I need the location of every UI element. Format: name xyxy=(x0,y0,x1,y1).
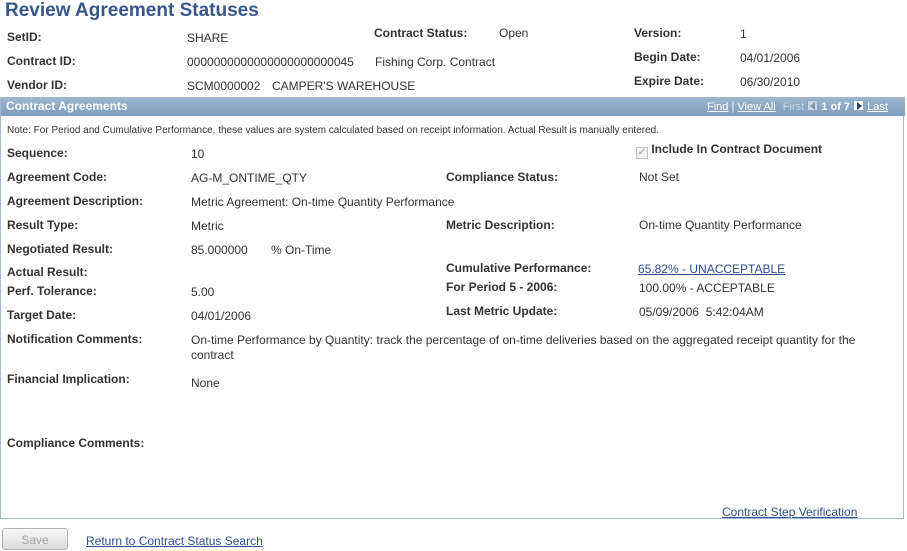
actual-result-label: Actual Result: xyxy=(7,265,88,279)
compliance-comments-label: Compliance Comments: xyxy=(7,436,145,450)
nav-separator: | xyxy=(731,101,735,113)
last-metric-update-label: Last Metric Update: xyxy=(446,304,558,318)
contract-description: Fishing Corp. Contract xyxy=(375,55,496,69)
include-in-contract-checkbox-row: ✓ Include In Contract Document xyxy=(636,142,822,159)
contract-id-label: Contract ID: xyxy=(7,54,76,68)
arrow-right-icon xyxy=(857,102,863,110)
negotiated-result-label: Negotiated Result: xyxy=(7,242,114,256)
negotiated-result-unit: % On-Time xyxy=(271,243,332,257)
first-label: First xyxy=(782,101,805,113)
period-performance-label: For Period 5 - 2006: xyxy=(446,280,558,294)
setid-label: SetID: xyxy=(7,30,42,44)
notification-comments-label: Notification Comments: xyxy=(7,332,143,346)
cumulative-performance-label: Cumulative Performance: xyxy=(446,261,592,275)
panel-header: Contract Agreements Find | View All Firs… xyxy=(1,97,905,116)
target-date-label: Target Date: xyxy=(7,308,77,322)
result-type-value: Metric xyxy=(191,219,224,233)
metric-description-value: On-time Quantity Performance xyxy=(639,218,802,232)
expire-date-label: Expire Date: xyxy=(634,74,705,88)
previous-row-button xyxy=(807,100,819,111)
find-link[interactable]: Find xyxy=(707,101,728,113)
begin-date-value: 04/01/2006 xyxy=(740,51,801,65)
begin-date-label: Begin Date: xyxy=(634,50,701,64)
contract-step-verification-link[interactable]: Contract Step Verification xyxy=(722,505,857,519)
view-all-link[interactable]: View All xyxy=(737,101,775,113)
version-value: 1 xyxy=(740,27,747,41)
contract-id-value: 0000000000000000000000045 xyxy=(187,55,354,69)
target-date-value: 04/01/2006 xyxy=(191,309,252,323)
agreement-code-label: Agreement Code: xyxy=(7,170,108,184)
cumulative-performance-link[interactable]: 65.82% - UNACCEPTABLE xyxy=(638,262,785,276)
performance-note: Note: For Period and Cumulative Performa… xyxy=(7,125,659,136)
last-metric-update-value: 05/09/2006 5:42:04AM xyxy=(639,305,764,319)
perf-tolerance-value: 5.00 xyxy=(191,285,215,299)
return-to-search-link[interactable]: Return to Contract Status Search xyxy=(86,534,263,548)
sequence-label: Sequence: xyxy=(7,146,68,160)
agreement-description-label: Agreement Description: xyxy=(7,194,144,208)
financial-implication-value: None xyxy=(191,376,220,390)
period-performance-value: 100.00% - ACCEPTABLE xyxy=(639,281,775,295)
contract-status-value: Open xyxy=(499,26,529,40)
financial-implication-label: Financial Implication: xyxy=(7,372,130,386)
panel-title: Contract Agreements xyxy=(6,99,128,113)
panel-navigation: Find | View All First 1 of 7 Last xyxy=(707,100,888,113)
include-in-contract-checkbox[interactable]: ✓ xyxy=(636,147,648,159)
next-row-button[interactable] xyxy=(853,100,865,111)
agreement-description-value: Metric Agreement: On-time Quantity Perfo… xyxy=(191,195,455,209)
sequence-value: 10 xyxy=(191,147,205,161)
vendor-id-value: SCM0000002 xyxy=(187,79,261,93)
compliance-status-label: Compliance Status: xyxy=(446,170,559,184)
expire-date-value: 06/30/2010 xyxy=(740,75,801,89)
save-button[interactable]: Save xyxy=(2,528,68,550)
setid-value: SHARE xyxy=(187,31,229,45)
perf-tolerance-label: Perf. Tolerance: xyxy=(7,284,97,298)
contract-status-label: Contract Status: xyxy=(374,26,468,40)
result-type-label: Result Type: xyxy=(7,218,79,232)
vendor-id-label: Vendor ID: xyxy=(7,78,68,92)
arrow-left-icon xyxy=(810,102,816,110)
last-link[interactable]: Last xyxy=(867,101,888,113)
contract-agreements-panel: Contract Agreements Find | View All Firs… xyxy=(0,97,905,519)
vendor-name: CAMPER'S WAREHOUSE xyxy=(272,79,416,93)
agreement-code-value: AG-M_ONTIME_QTY xyxy=(191,171,308,185)
negotiated-result-value: 85.000000 xyxy=(191,243,248,257)
metric-description-label: Metric Description: xyxy=(446,218,555,232)
row-counter: 1 of 7 xyxy=(821,101,851,113)
version-label: Version: xyxy=(634,26,682,40)
include-in-contract-label: Include In Contract Document xyxy=(651,142,823,156)
notification-comments-value: On-time Performance by Quantity: track t… xyxy=(191,333,856,362)
page-title: Review Agreement Statuses xyxy=(5,0,259,21)
compliance-status-value: Not Set xyxy=(639,170,680,184)
